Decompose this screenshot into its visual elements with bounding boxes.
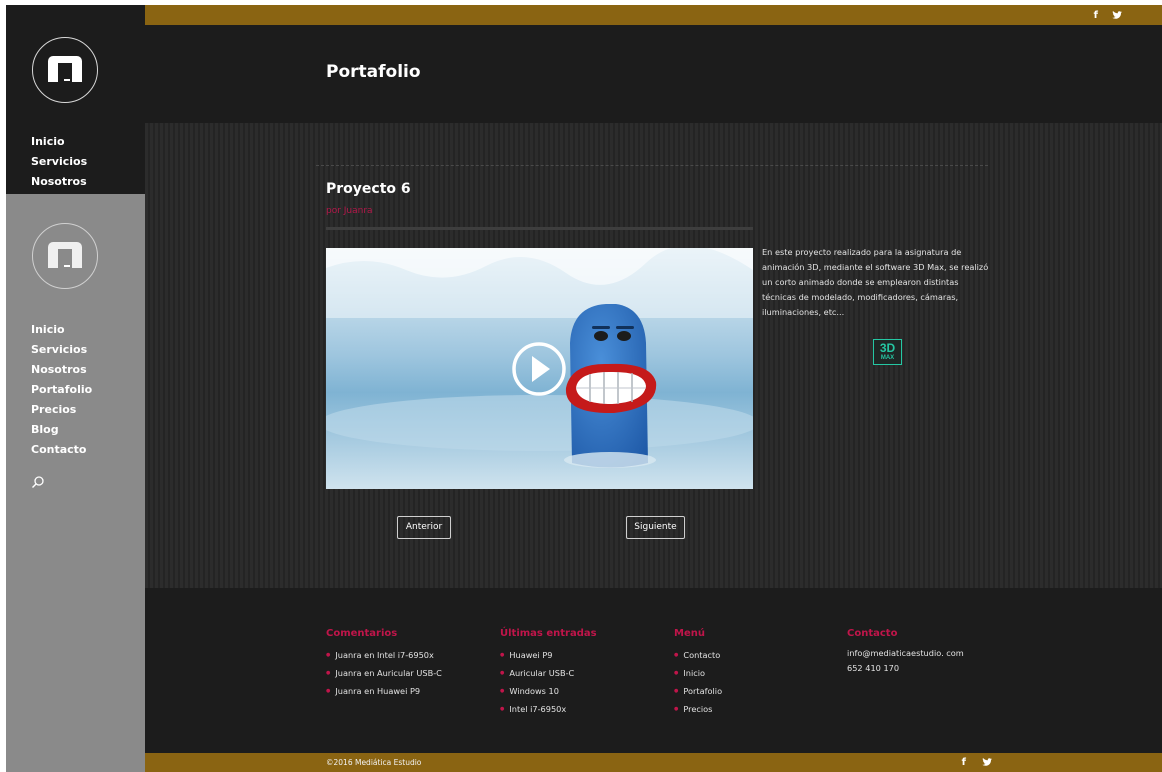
badge-main: 3D	[879, 341, 896, 355]
sidebar-item-precios[interactable]: Precios	[31, 400, 92, 420]
post-content: Proyecto 6 por Juanra En este proyecto r…	[145, 123, 1162, 588]
list-item[interactable]: Huawei P9	[500, 646, 597, 664]
bottom-bar: ©2016 Mediática Estudio f	[145, 753, 1162, 772]
contact-email[interactable]: info@mediaticaestudio. com	[847, 646, 964, 661]
list-item[interactable]: Contacto	[674, 646, 722, 664]
footer-menu: Menú Contacto Inicio Portafolio Precios	[674, 628, 722, 718]
list-item[interactable]: Intel i7-6950x	[500, 700, 597, 718]
list-item[interactable]: Juanra en Auricular USB-C	[326, 664, 442, 682]
logo-icon[interactable]	[32, 223, 98, 289]
footer: Comentarios Juanra en Intel i7-6950x Jua…	[145, 588, 1162, 753]
twitter-icon[interactable]	[982, 758, 992, 767]
sidebar-item-servicios[interactable]: Servicios	[31, 152, 87, 172]
sidebar-item-blog[interactable]: Blog	[31, 420, 92, 440]
footer-heading: Últimas entradas	[500, 628, 597, 639]
social-links: f	[962, 753, 992, 772]
social-links: f	[1094, 5, 1122, 25]
logo-icon[interactable]	[32, 37, 98, 103]
list-item[interactable]: Auricular USB-C	[500, 664, 597, 682]
sidebar-item-servicios[interactable]: Servicios	[31, 340, 92, 360]
twitter-icon[interactable]	[1112, 10, 1122, 20]
list-item[interactable]: Precios	[674, 700, 722, 718]
list-item[interactable]: Portafolio	[674, 682, 722, 700]
sidebar-item-nosotros[interactable]: Nosotros	[31, 360, 92, 380]
sidebar: Inicio Servicios Nosotros Inicio Servici…	[6, 5, 145, 772]
3dsmax-icon: 3D MAX	[873, 339, 902, 365]
sidebar-item-inicio[interactable]: Inicio	[31, 320, 92, 340]
sidebar-item-portafolio[interactable]: Portafolio	[31, 380, 92, 400]
top-bar: f	[145, 5, 1162, 25]
video-thumbnail	[326, 248, 753, 489]
previous-button[interactable]: Anterior	[397, 516, 451, 539]
footer-heading: Comentarios	[326, 628, 398, 639]
footer-contact: Contacto info@mediaticaestudio. com 652 …	[847, 628, 964, 676]
copyright: ©2016 Mediática Estudio	[326, 758, 422, 767]
footer-heading: Contacto	[847, 628, 898, 639]
sidebar-header: Inicio Servicios Nosotros	[6, 5, 145, 194]
sidebar-item-inicio[interactable]: Inicio	[31, 132, 87, 152]
facebook-icon[interactable]: f	[1094, 10, 1098, 21]
list-item[interactable]: Inicio	[674, 664, 722, 682]
post-title: Proyecto 6	[326, 181, 411, 197]
video-player[interactable]	[326, 248, 753, 489]
list-item[interactable]: Juanra en Intel i7-6950x	[326, 646, 442, 664]
main-area: f Portafolio Proyecto 6 por Juanra En es…	[145, 5, 1162, 772]
list-item[interactable]: Juanra en Huawei P9	[326, 682, 442, 700]
facebook-icon[interactable]: f	[962, 757, 966, 768]
list-item[interactable]: Windows 10	[500, 682, 597, 700]
footer-latest: Últimas entradas Huawei P9 Auricular USB…	[500, 628, 597, 718]
next-button[interactable]: Siguiente	[626, 516, 685, 539]
post-author[interactable]: por Juanra	[326, 206, 373, 216]
page-title: Portafolio	[326, 62, 421, 82]
divider	[316, 165, 988, 166]
badge-sub: MAX	[880, 355, 895, 361]
divider	[326, 227, 753, 230]
sidebar-item-nosotros[interactable]: Nosotros	[31, 172, 87, 192]
footer-heading: Menú	[674, 628, 705, 639]
sidebar-item-contacto[interactable]: Contacto	[31, 440, 92, 460]
post-description: En este proyecto realizado para la asign…	[762, 247, 989, 317]
sidebar-nav-top: Inicio Servicios Nosotros	[31, 132, 87, 192]
sidebar-nav-main: Inicio Servicios Nosotros Portafolio Pre…	[31, 320, 92, 460]
page-header: Portafolio	[145, 25, 1162, 123]
footer-comments: Comentarios Juanra en Intel i7-6950x Jua…	[326, 628, 442, 700]
contact-phone: 652 410 170	[847, 663, 900, 673]
search-icon[interactable]	[31, 475, 45, 489]
